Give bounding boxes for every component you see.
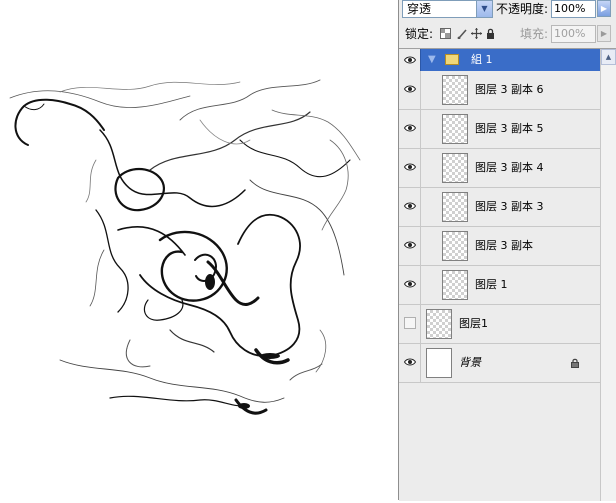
eye-icon — [404, 280, 416, 288]
layers-list: ▼ 組 1 图层 3 副本 6 图层 3 副本 5 图层 3 副本 4 图层 3… — [399, 48, 616, 501]
layer-row[interactable]: 背景 — [399, 344, 600, 383]
layer-row[interactable]: 图层 3 副本 4 — [399, 149, 600, 188]
chevron-right-icon[interactable]: ▶ — [597, 0, 611, 17]
visibility-toggle[interactable] — [399, 266, 421, 304]
expand-triangle-icon[interactable]: ▼ — [428, 54, 436, 65]
lock-icon — [571, 358, 579, 368]
layer-name: 图层 3 副本 3 — [475, 200, 544, 213]
eye-icon — [404, 56, 416, 64]
layer-row[interactable]: 图层 1 — [399, 266, 600, 305]
layer-name: 图层 3 副本 4 — [475, 161, 544, 174]
eye-icon — [404, 85, 416, 93]
visibility-toggle[interactable] — [399, 344, 421, 382]
fill-label: 填充: — [520, 27, 549, 41]
chevron-right-icon[interactable]: ▶ — [597, 25, 611, 42]
ink-artwork — [9, 79, 361, 415]
visibility-toggle[interactable] — [399, 149, 421, 187]
document-canvas[interactable] — [0, 0, 398, 500]
layer-name: 图层 3 副本 5 — [475, 122, 544, 135]
lock-pixels-brush-icon[interactable] — [457, 28, 468, 40]
eye-icon — [404, 202, 416, 210]
fill-input[interactable]: 100% — [551, 25, 596, 43]
opacity-input[interactable]: 100% — [551, 0, 596, 18]
layer-row[interactable]: 图层 3 副本 6 — [399, 71, 600, 110]
eye-icon — [404, 163, 416, 171]
layer-row[interactable]: 图层 3 副本 3 — [399, 188, 600, 227]
layer-row[interactable]: 图层 3 副本 5 — [399, 110, 600, 149]
layer-name: 图层 3 副本 — [475, 239, 533, 252]
blend-options-row: 穿透 ▼ 不透明度: 100% ▶ — [399, 0, 616, 20]
visibility-toggle[interactable] — [399, 71, 421, 109]
blend-mode-value: 穿透 — [407, 2, 432, 16]
layer-row[interactable]: 图层1 — [399, 305, 600, 344]
layer-row[interactable]: 图层 3 副本 — [399, 227, 600, 266]
layer-thumbnail — [426, 348, 452, 378]
group-name: 組 1 — [471, 53, 493, 66]
layers-scrollbar[interactable]: ▲ — [600, 49, 616, 501]
chevron-down-icon[interactable]: ▼ — [476, 1, 492, 17]
opacity-label: 不透明度: — [496, 2, 549, 16]
layer-thumbnail — [442, 270, 468, 300]
lock-transparency-icon[interactable] — [440, 28, 451, 39]
lock-position-move-icon[interactable] — [471, 28, 482, 39]
hidden-visibility-box — [404, 317, 416, 329]
visibility-toggle[interactable] — [399, 110, 421, 148]
layers-panel: 穿透 ▼ 不透明度: 100% ▶ 锁定: 填充: 100% ▶ ▼ 組 1 图… — [399, 0, 616, 501]
layer-name: 背景 — [459, 356, 481, 369]
layer-thumbnail — [426, 309, 452, 339]
layer-thumbnail — [442, 75, 468, 105]
scroll-up-arrow-icon[interactable]: ▲ — [601, 49, 616, 65]
visibility-toggle[interactable] — [399, 49, 421, 71]
blend-mode-select[interactable]: 穿透 ▼ — [402, 0, 493, 18]
layer-group-row[interactable]: ▼ 組 1 — [399, 49, 600, 71]
layer-name: 图层 1 — [475, 278, 508, 291]
layer-name: 图层1 — [459, 317, 488, 330]
layer-thumbnail — [442, 153, 468, 183]
layer-thumbnail — [442, 231, 468, 261]
layer-name: 图层 3 副本 6 — [475, 83, 544, 96]
layer-thumbnail — [442, 192, 468, 222]
layer-thumbnail — [442, 114, 468, 144]
visibility-toggle[interactable] — [399, 227, 421, 265]
lock-label: 锁定: — [405, 27, 434, 41]
lock-all-icon[interactable] — [485, 28, 496, 39]
eye-icon — [404, 358, 416, 366]
eye-icon — [404, 124, 416, 132]
visibility-toggle[interactable] — [399, 305, 421, 343]
lock-options-row: 锁定: 填充: 100% ▶ — [399, 24, 616, 44]
visibility-toggle[interactable] — [399, 188, 421, 226]
eye-icon — [404, 241, 416, 249]
folder-icon — [445, 54, 459, 65]
